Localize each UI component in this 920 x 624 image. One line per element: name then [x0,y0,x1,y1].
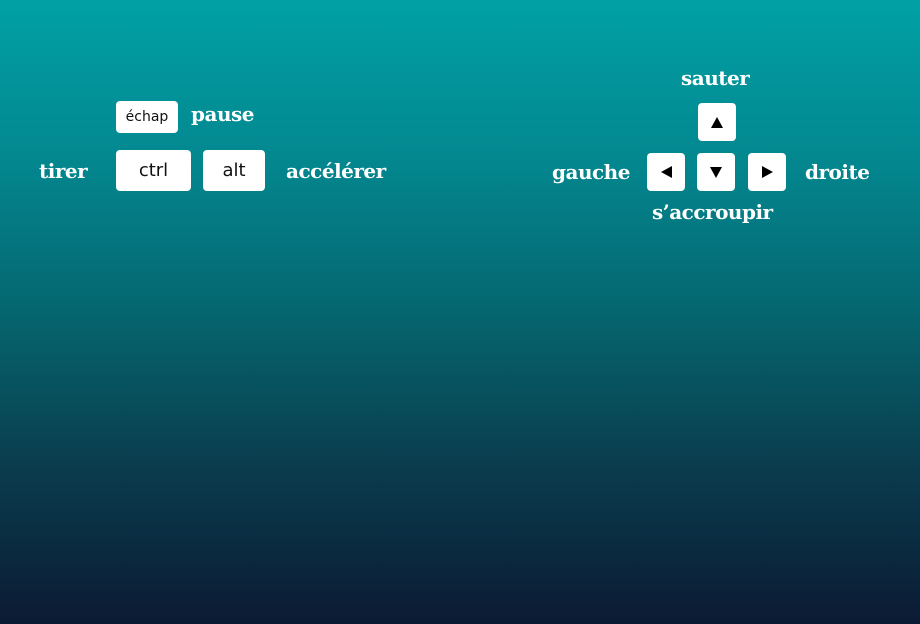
jump-label: sauter [681,66,750,90]
ctrl-key[interactable]: ctrl [116,150,191,191]
left-arrow-key[interactable] [647,153,685,191]
alt-key[interactable]: alt [203,150,265,191]
crouch-label: s’accroupir [652,200,773,224]
accelerate-label: accélérer [286,159,386,183]
arrow-right-icon [761,166,773,178]
pause-label: pause [191,102,254,126]
arrow-down-icon [710,166,722,178]
arrow-left-icon [660,166,672,178]
arrow-up-icon [711,116,723,128]
right-label: droite [805,160,870,184]
shoot-label: tirer [39,159,88,183]
escape-key[interactable]: échap [116,101,178,133]
down-arrow-key[interactable] [697,153,735,191]
right-arrow-key[interactable] [748,153,786,191]
up-arrow-key[interactable] [698,103,736,141]
left-label: gauche [552,160,630,184]
